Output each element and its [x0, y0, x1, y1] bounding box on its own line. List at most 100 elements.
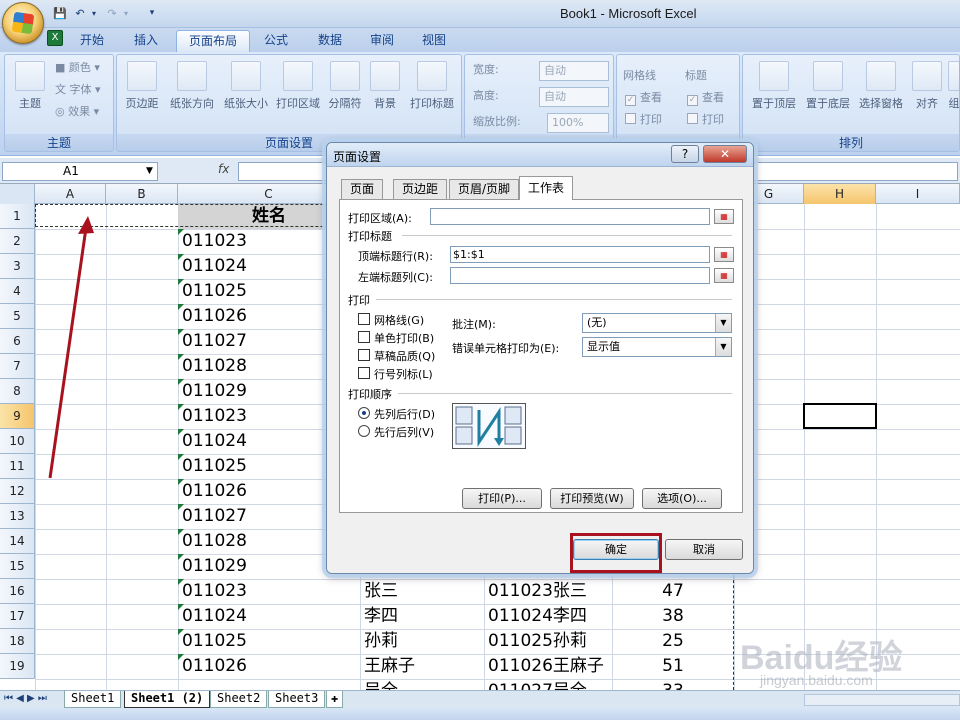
tab-page-layout[interactable]: 页面布局 [176, 30, 251, 52]
headings-print-checkbox[interactable]: 打印 [687, 111, 724, 129]
effects-button[interactable]: ◎ 效果 ▾ [55, 103, 99, 121]
redo-dropdown-icon[interactable]: ▾ [118, 5, 134, 21]
column-header-h[interactable]: H [804, 184, 876, 204]
table-cell[interactable]: 011026 [182, 654, 358, 679]
breaks-button[interactable]: 分隔符 [323, 59, 367, 133]
send-to-back-button[interactable]: 置于底层 [801, 59, 855, 133]
cancel-button[interactable]: 取消 [665, 539, 743, 560]
over-then-down-radio[interactable] [358, 425, 370, 437]
table-cell[interactable]: 51 [612, 654, 734, 679]
active-cell-h9[interactable] [803, 403, 877, 429]
horizontal-scrollbar[interactable] [804, 694, 960, 706]
row-header[interactable]: 6 [0, 329, 35, 354]
name-box[interactable]: A1 [2, 162, 158, 181]
gridlines-view-checkbox[interactable]: ✓ 查看 [625, 89, 662, 107]
tab-sheet[interactable]: 工作表 [519, 176, 574, 200]
table-cell[interactable]: 李四 [364, 604, 482, 629]
gridlines-print-checkbox[interactable]: 打印 [625, 111, 662, 129]
cols-repeat-collapse-icon[interactable]: ▦ [714, 268, 734, 283]
row-header[interactable]: 15 [0, 554, 35, 579]
row-header[interactable]: 8 [0, 379, 35, 404]
print-preview-button[interactable]: 打印预览(W) [550, 488, 634, 509]
row-header[interactable]: 18 [0, 629, 35, 654]
table-cell[interactable]: 47 [612, 579, 734, 604]
undo-dropdown-icon[interactable]: ▾ [86, 5, 102, 21]
background-button[interactable]: 背景 [365, 59, 405, 133]
tab-margins[interactable]: 页边距 [393, 179, 448, 199]
sheet-tab-sheet1-2[interactable]: Sheet1 (2) [124, 691, 211, 708]
print-area-input[interactable] [430, 208, 710, 225]
table-cell[interactable]: 011025孙莉 [488, 629, 610, 654]
save-icon[interactable]: 💾 [52, 5, 68, 21]
sheet-nav-arrows-icon[interactable]: ⏮ ◀ ▶ ⏭ [4, 693, 47, 704]
group-button[interactable]: 组 [947, 59, 960, 133]
options-button[interactable]: 选项(O)... [642, 488, 722, 509]
row-header[interactable]: 13 [0, 504, 35, 529]
tab-view[interactable]: 视图 [410, 30, 458, 52]
margins-button[interactable]: 页边距 [119, 59, 165, 133]
help-button[interactable]: ? [671, 145, 699, 163]
errors-select[interactable]: 显示值 ▼ [582, 337, 732, 357]
customize-qat-icon[interactable]: ▾ [144, 5, 160, 21]
table-cell[interactable]: 011025 [182, 629, 358, 654]
fonts-button[interactable]: 文 字体 ▾ [55, 81, 101, 99]
row-header[interactable]: 19 [0, 654, 35, 679]
table-cell[interactable]: 王麻子 [364, 654, 482, 679]
tab-page[interactable]: 页面 [341, 179, 384, 199]
table-cell[interactable]: 011024李四 [488, 604, 610, 629]
headings-view-checkbox[interactable]: ✓ 查看 [687, 89, 724, 107]
table-cell[interactable]: 孙莉 [364, 629, 482, 654]
colors-button[interactable]: ■ 颜色 ▾ [55, 59, 100, 77]
row-header[interactable]: 1 [0, 204, 35, 229]
height-select[interactable]: 自动 [539, 87, 609, 107]
rows-repeat-collapse-icon[interactable]: ▦ [714, 247, 734, 262]
draft-quality-checkbox[interactable] [358, 349, 370, 361]
down-then-over-radio[interactable] [358, 407, 370, 419]
row-header[interactable]: 16 [0, 579, 35, 604]
row-header[interactable]: 14 [0, 529, 35, 554]
row-header[interactable]: 11 [0, 454, 35, 479]
print-titles-button[interactable]: 打印标题 [405, 59, 459, 133]
table-cell[interactable]: 011023 [182, 579, 358, 604]
insert-sheet-icon[interactable]: ✚ [326, 691, 344, 708]
office-button[interactable] [2, 2, 44, 44]
sheet-tab-sheet3[interactable]: Sheet3 [268, 691, 326, 708]
column-header-i[interactable]: I [876, 184, 960, 204]
table-cell[interactable]: 38 [612, 604, 734, 629]
row-header[interactable]: 7 [0, 354, 35, 379]
selection-pane-button[interactable]: 选择窗格 [853, 59, 909, 133]
table-cell[interactable]: 张三 [364, 579, 482, 604]
bring-to-front-button[interactable]: 置于顶层 [747, 59, 801, 133]
row-header[interactable]: 3 [0, 254, 35, 279]
close-button[interactable]: ✕ [703, 145, 747, 163]
sheet-tab-sheet1[interactable]: Sheet1 [64, 691, 122, 708]
insert-function-icon[interactable]: fx [218, 162, 229, 176]
orientation-button[interactable]: 纸张方向 [165, 59, 219, 133]
select-all-button[interactable] [0, 184, 35, 204]
align-button[interactable]: 对齐 [909, 59, 945, 133]
table-cell[interactable]: 011024 [182, 604, 358, 629]
tab-insert[interactable]: 插入 [122, 30, 170, 52]
comments-select[interactable]: (无) ▼ [582, 313, 732, 333]
table-cell[interactable]: 011026王麻子 [488, 654, 610, 679]
gridlines-checkbox[interactable] [358, 313, 370, 325]
cols-repeat-input[interactable] [450, 267, 710, 284]
tab-home[interactable]: 开始 [68, 30, 116, 52]
print-area-button[interactable]: 打印区域 [271, 59, 325, 133]
row-header[interactable]: 2 [0, 229, 35, 254]
row-header[interactable]: 17 [0, 604, 35, 629]
row-header[interactable]: 5 [0, 304, 35, 329]
themes-button[interactable]: 主题 [7, 59, 53, 133]
black-white-checkbox[interactable] [358, 331, 370, 343]
column-header-b[interactable]: B [106, 184, 178, 204]
table-cell[interactable]: 25 [612, 629, 734, 654]
tab-review[interactable]: 审阅 [358, 30, 406, 52]
print-area-collapse-icon[interactable]: ▦ [714, 209, 734, 224]
row-col-headings-checkbox[interactable] [358, 367, 370, 379]
rows-repeat-input[interactable]: $1:$1 [450, 246, 710, 263]
table-cell[interactable]: 011023张三 [488, 579, 610, 604]
size-button[interactable]: 纸张大小 [219, 59, 273, 133]
row-header[interactable]: 12 [0, 479, 35, 504]
width-select[interactable]: 自动 [539, 61, 609, 81]
name-box-dropdown-icon[interactable]: ▼ [146, 166, 153, 176]
